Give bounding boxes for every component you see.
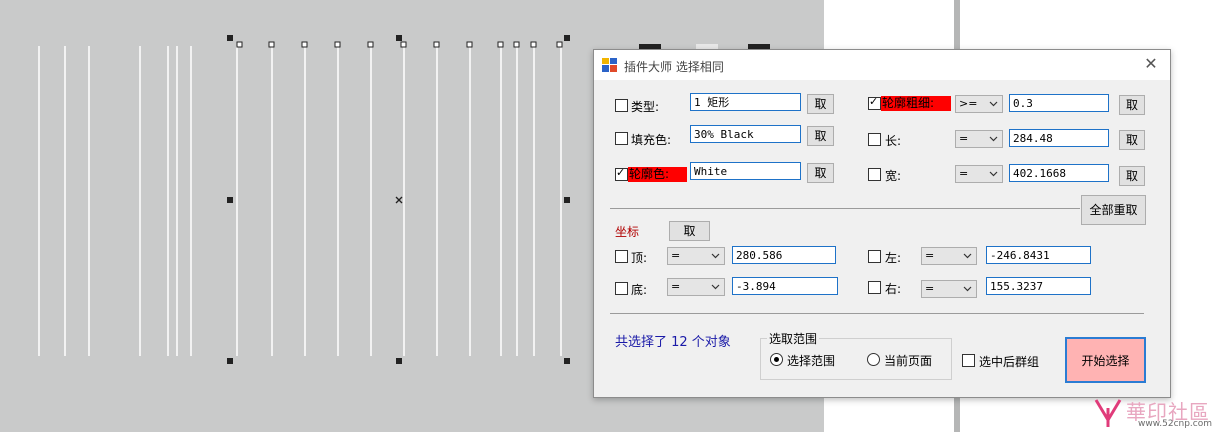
reset-all-button[interactable]: 全部重取 <box>1081 195 1146 225</box>
chevron-down-icon <box>963 253 972 259</box>
bottom-operator-value: = <box>671 280 681 293</box>
watermark-url: www.52cnp.com <box>1138 419 1213 429</box>
right-checkbox[interactable] <box>868 281 881 294</box>
left-field[interactable]: -246.8431 <box>986 246 1091 264</box>
top-operator-select[interactable]: = <box>667 247 725 265</box>
plugin-app-icon <box>602 58 617 72</box>
dialog-titlebar[interactable]: 插件大师 选择相同 ✕ <box>594 50 1170 80</box>
length-field[interactable]: 284.48 <box>1009 129 1109 147</box>
left-operator-value: = <box>925 249 935 262</box>
outline-color-get-button[interactable]: 取 <box>807 163 834 183</box>
dialog-title: 插件大师 选择相同 <box>624 60 724 74</box>
watermark-logo-icon <box>1094 399 1122 427</box>
group-after-checkbox[interactable] <box>962 354 975 367</box>
top-checkbox[interactable] <box>615 250 628 263</box>
center-x-icon <box>395 196 403 204</box>
width-get-button[interactable]: 取 <box>1119 166 1145 186</box>
right-operator-select[interactable]: = <box>921 280 977 298</box>
length-checkbox[interactable] <box>868 133 881 146</box>
length-get-button[interactable]: 取 <box>1119 130 1145 150</box>
width-checkbox[interactable] <box>868 168 881 181</box>
type-get-button[interactable]: 取 <box>807 94 834 114</box>
start-select-button[interactable]: 开始选择 <box>1065 337 1146 383</box>
outline-color-label: 轮廓色: <box>628 167 687 182</box>
outline-width-field[interactable]: 0.3 <box>1009 94 1109 112</box>
width-operator-value: = <box>959 167 969 180</box>
select-same-dialog: 插件大师 选择相同 ✕ 类型: 1 矩形 取 轮廓粗细: >= 0.3 取 填充… <box>593 49 1171 398</box>
right-label: 右: <box>885 282 902 296</box>
outline-width-operator-value: >= <box>959 97 978 110</box>
right-operator-value: = <box>925 282 935 295</box>
range-page-radio[interactable] <box>867 353 880 366</box>
chevron-down-icon <box>989 171 998 177</box>
top-operator-value: = <box>671 249 681 262</box>
top-label: 顶: <box>631 251 648 265</box>
type-label: 类型: <box>631 100 660 114</box>
coords-get-button[interactable]: 取 <box>669 221 710 241</box>
outline-width-get-button[interactable]: 取 <box>1119 95 1145 115</box>
coords-label: 坐标 <box>615 225 640 239</box>
separator <box>610 313 1144 314</box>
chevron-down-icon <box>963 286 972 292</box>
watermark: 華印社區 www.52cnp.com <box>1093 394 1218 430</box>
bottom-checkbox[interactable] <box>615 282 628 295</box>
fill-checkbox[interactable] <box>615 132 628 145</box>
type-field[interactable]: 1 矩形 <box>690 93 801 111</box>
range-selection-radio[interactable] <box>770 353 783 366</box>
group-after-label: 选中后群组 <box>979 355 1040 369</box>
outline-width-checkbox[interactable] <box>868 95 881 110</box>
bottom-operator-select[interactable]: = <box>667 278 725 296</box>
outline-width-operator-select[interactable]: >= <box>955 95 1003 113</box>
outline-width-label: 轮廓粗细: <box>881 96 951 111</box>
bottom-field[interactable]: -3.894 <box>732 277 838 295</box>
node-markers <box>236 41 563 48</box>
right-field[interactable]: 155.3237 <box>986 277 1091 295</box>
width-label: 宽: <box>885 169 902 183</box>
left-checkbox[interactable] <box>868 250 881 263</box>
fill-field[interactable]: 30% Black <box>690 125 801 143</box>
close-icon[interactable]: ✕ <box>1142 55 1160 73</box>
fill-label: 填充色: <box>631 133 672 147</box>
width-operator-select[interactable]: = <box>955 165 1003 183</box>
range-selection-label: 选择范围 <box>787 354 836 368</box>
range-page-label: 当前页面 <box>884 354 933 368</box>
outline-color-field[interactable]: White <box>690 162 801 180</box>
selected-rectangles[interactable] <box>38 46 562 356</box>
chevron-down-icon <box>711 253 720 259</box>
width-field[interactable]: 402.1668 <box>1009 164 1109 182</box>
outline-color-checkbox[interactable] <box>615 166 628 181</box>
top-field[interactable]: 280.586 <box>732 246 836 264</box>
length-label: 长: <box>885 134 902 148</box>
separator <box>610 208 1080 209</box>
chevron-down-icon <box>711 284 720 290</box>
bottom-label: 底: <box>631 283 648 297</box>
chevron-down-icon <box>989 136 998 142</box>
fill-get-button[interactable]: 取 <box>807 126 834 146</box>
chevron-down-icon <box>989 101 998 107</box>
left-label: 左: <box>885 251 902 265</box>
length-operator-select[interactable]: = <box>955 130 1003 148</box>
selection-count-text: 共选择了 12 个对象 <box>615 335 731 350</box>
left-operator-select[interactable]: = <box>921 247 977 265</box>
length-operator-value: = <box>959 132 969 145</box>
type-checkbox[interactable] <box>615 99 628 112</box>
range-group-label: 选取范围 <box>767 330 820 347</box>
